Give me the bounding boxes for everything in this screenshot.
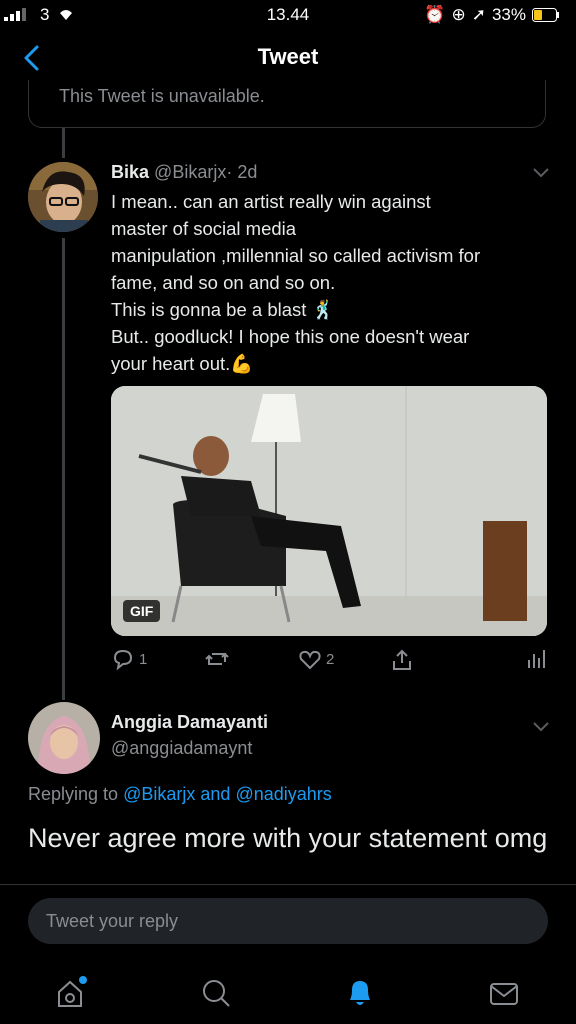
share-action[interactable] xyxy=(390,648,414,676)
tab-home[interactable] xyxy=(52,976,92,1007)
chevron-down-icon xyxy=(533,168,549,178)
battery-icon xyxy=(532,8,559,22)
tweet-line: This is gonna be a blast 🕺 xyxy=(111,299,335,320)
avatar[interactable] xyxy=(28,162,98,232)
tweet-line: fame, and so on and so on. xyxy=(111,272,336,293)
author-handle[interactable]: @anggiadamaynt xyxy=(111,738,252,759)
thread-line xyxy=(62,128,65,158)
gif-media[interactable]: GIF xyxy=(111,386,547,636)
thread-line xyxy=(62,238,65,700)
home-icon xyxy=(58,976,87,1007)
analytics-icon xyxy=(528,650,545,668)
avatar-bika-image xyxy=(28,162,98,232)
tab-messages[interactable] xyxy=(486,976,526,1006)
author-name[interactable]: Anggia Damayanti xyxy=(111,712,268,733)
retweet-action[interactable] xyxy=(204,648,230,674)
unavailable-text: This Tweet is unavailable. xyxy=(59,86,265,106)
location-icon: ➚ xyxy=(471,5,486,24)
mention-link[interactable]: @nadiyahrs xyxy=(235,784,331,804)
reply-input[interactable]: Tweet your reply xyxy=(28,898,548,944)
reply-icon xyxy=(113,649,133,670)
reply-action[interactable]: 1 xyxy=(111,648,147,670)
avatar[interactable] xyxy=(28,702,100,774)
analytics-action[interactable] xyxy=(526,648,546,674)
tweet-time: 2d xyxy=(237,162,258,182)
unavailable-tweet-card: This Tweet is unavailable. xyxy=(28,80,546,128)
replying-to: Replying to @Bikarjx and @nadiyahrs xyxy=(28,784,332,805)
search-icon xyxy=(203,980,230,1007)
reply-text: Never agree more with your statement omg xyxy=(28,823,548,853)
retweet-icon xyxy=(205,652,229,665)
tweet-line: master of social media xyxy=(111,218,297,239)
tab-search[interactable] xyxy=(198,976,238,1007)
rotation-lock-icon: ⊕ xyxy=(451,5,466,24)
messages-icon xyxy=(490,983,518,1005)
status-bar: 3 13.44 ⏰ ⊕ ➚ 33% xyxy=(0,0,576,30)
tweet-text: I mean.. can an artist really win agains… xyxy=(111,188,551,377)
chevron-down-icon xyxy=(533,722,549,732)
battery-percent: 33% xyxy=(491,5,526,24)
tab-notifications[interactable] xyxy=(342,976,382,1006)
tweet-menu-button[interactable] xyxy=(532,166,550,184)
tweet-header: Bika @Bikarjx· 2d xyxy=(111,162,257,183)
page-title: Tweet xyxy=(257,44,319,69)
author-handle[interactable]: @Bikarjx xyxy=(154,162,226,182)
avatar-anggia-image xyxy=(28,702,100,774)
like-action[interactable]: 2 xyxy=(298,648,334,670)
notifications-icon xyxy=(350,981,370,1005)
like-count: 2 xyxy=(326,650,335,668)
and-link[interactable]: and xyxy=(200,784,230,804)
gif-badge: GIF xyxy=(123,600,161,622)
share-icon xyxy=(393,649,411,670)
mention-link[interactable]: @Bikarjx xyxy=(123,784,195,804)
alarm-icon: ⏰ xyxy=(424,5,446,24)
tweet-line: manipulation ,millennial so called activ… xyxy=(111,245,481,266)
separator-dot: · xyxy=(226,162,233,182)
tweet-menu-button[interactable] xyxy=(532,720,550,738)
tweet-line: But.. goodluck! I hope this one doesn't … xyxy=(111,326,470,347)
gif-preview-image xyxy=(111,386,547,636)
heart-icon xyxy=(299,650,321,670)
tweet-line: your heart out.💪 xyxy=(111,353,254,374)
author-name[interactable]: Bika xyxy=(111,162,149,182)
tweet-line: I mean.. can an artist really win agains… xyxy=(111,191,431,212)
reply-count: 1 xyxy=(139,650,148,668)
replying-prefix: Replying to xyxy=(28,784,119,804)
status-right: ⏰ ⊕ ➚ 33% xyxy=(424,5,560,25)
